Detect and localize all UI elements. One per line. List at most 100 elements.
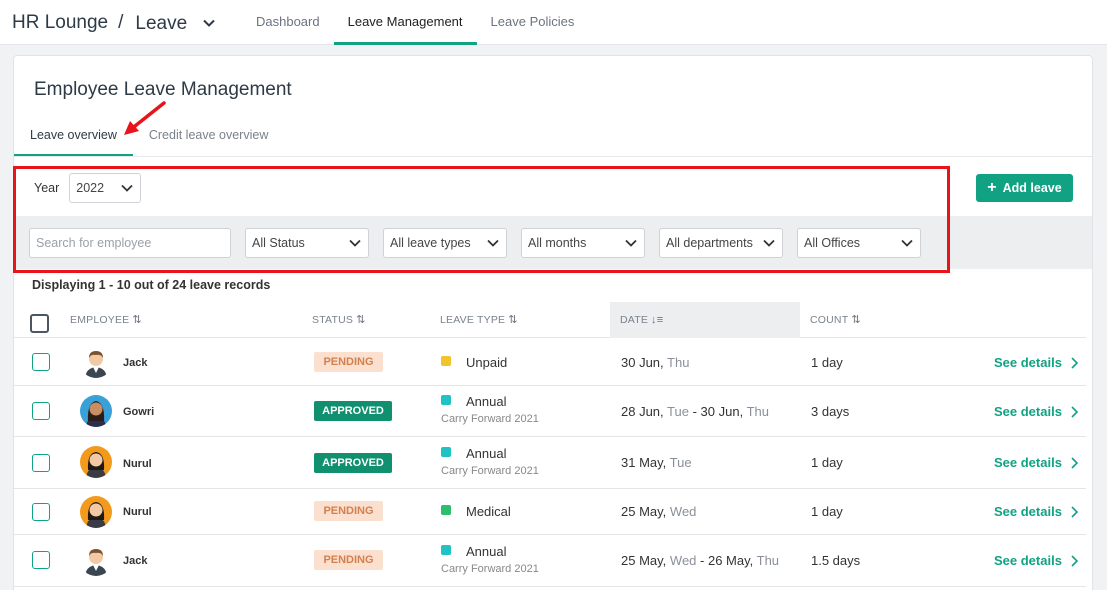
- leave-count: 3 days: [811, 404, 850, 419]
- leave-type-select[interactable]: All leave types: [383, 228, 507, 258]
- leave-type-color-dot: [441, 447, 451, 457]
- row-checkbox[interactable]: [32, 402, 50, 420]
- leave-type-subtitle: Carry Forward 2021: [441, 563, 539, 575]
- status-badge: APPROVED: [314, 401, 392, 421]
- table-row[interactable]: Jack PENDING Annual Carry Forward 2021 2…: [14, 536, 1086, 587]
- avatar: [80, 346, 112, 378]
- see-details-link[interactable]: See details: [994, 355, 1062, 370]
- app-name[interactable]: HR Lounge: [12, 12, 108, 34]
- see-details-link[interactable]: See details: [994, 455, 1062, 470]
- table-row[interactable]: Gowri APPROVED Annual Carry Forward 2021…: [14, 387, 1086, 437]
- status-badge: PENDING: [314, 352, 383, 372]
- avatar: [80, 446, 112, 478]
- header-count[interactable]: COUNT ⇅: [810, 302, 861, 338]
- filters-row: All Status All leave types All months Al…: [29, 228, 921, 258]
- chevron-down-icon: [901, 239, 913, 247]
- tab-dashboard[interactable]: Dashboard: [242, 0, 334, 45]
- leave-type: Annual: [466, 544, 507, 559]
- see-details-link[interactable]: See details: [994, 504, 1062, 519]
- leave-type: Unpaid: [466, 355, 508, 370]
- leave-date: 31 May, Tue: [621, 455, 692, 470]
- red-arrow-annotation: [124, 101, 166, 135]
- leave-type-select-value: All leave types: [390, 236, 471, 250]
- divider: [14, 156, 1092, 157]
- chevron-right-icon[interactable]: [1069, 457, 1079, 469]
- see-details-link[interactable]: See details: [994, 553, 1062, 568]
- leave-type-subtitle: Carry Forward 2021: [441, 413, 539, 425]
- header-date[interactable]: DATE ↓≡: [610, 302, 800, 338]
- employee-name: Gowri: [123, 406, 155, 418]
- leave-date: 30 Jun, Thu: [621, 355, 690, 370]
- leave-count: 1 day: [811, 504, 843, 519]
- year-value: 2022: [76, 181, 105, 195]
- table-row[interactable]: Nurul APPROVED Annual Carry Forward 2021…: [14, 438, 1086, 489]
- row-checkbox[interactable]: [32, 353, 50, 371]
- records-count: Displaying 1 - 10 out of 24 leave record…: [32, 278, 271, 292]
- leave-type: Annual: [466, 446, 507, 461]
- avatar: [80, 544, 112, 576]
- employee-name: Jack: [123, 555, 148, 567]
- chevron-down-icon: [763, 239, 775, 247]
- table-header: EMPLOYEE ⇅ STATUS ⇅ LEAVE TYPE ⇅ DATE ↓≡ COU…: [14, 302, 1086, 338]
- office-select[interactable]: All Offices: [797, 228, 921, 258]
- employee-name: Nurul: [123, 458, 152, 470]
- employee-name: Nurul: [123, 506, 152, 518]
- table-row[interactable]: Jack PENDING Unpaid 30 Jun, Thu 1 day Se…: [14, 339, 1086, 386]
- header-employee[interactable]: EMPLOYEE ⇅: [70, 302, 142, 338]
- see-details-link[interactable]: See details: [994, 404, 1062, 419]
- main-card: Employee Leave Management Leave overview…: [13, 55, 1093, 590]
- tab-leave-overview[interactable]: Leave overview: [14, 122, 133, 157]
- leave-type-color-dot: [441, 356, 451, 366]
- chevron-right-icon[interactable]: [1069, 506, 1079, 518]
- sort-icon: ⇅: [132, 314, 142, 326]
- chevron-right-icon[interactable]: [1069, 357, 1079, 369]
- leave-date: 25 May, Wed: [621, 504, 697, 519]
- row-checkbox[interactable]: [32, 551, 50, 569]
- module-selector-label[interactable]: Leave: [135, 13, 187, 35]
- chevron-down-icon: [349, 239, 361, 247]
- row-checkbox[interactable]: [32, 503, 50, 521]
- leave-date: 25 May, Wed - 26 May, Thu: [621, 553, 780, 568]
- header-leave-type[interactable]: LEAVE TYPE ⇅: [440, 302, 518, 338]
- leave-type: Medical: [466, 504, 511, 519]
- year-filter: Year 2022: [34, 173, 142, 203]
- add-leave-button[interactable]: + Add leave: [976, 174, 1073, 202]
- avatar: [80, 395, 112, 427]
- tab-leave-policies[interactable]: Leave Policies: [477, 0, 589, 45]
- tab-leave-management[interactable]: Leave Management: [333, 0, 477, 45]
- leave-type-subtitle: Carry Forward 2021: [441, 465, 539, 477]
- leave-date: 28 Jun, Tue - 30 Jun, Thu: [621, 404, 769, 419]
- table-row[interactable]: Nurul PENDING Medical 25 May, Wed 1 day …: [14, 490, 1086, 535]
- breadcrumb: HR Lounge / Leave: [12, 10, 217, 35]
- chevron-down-icon: [487, 239, 499, 247]
- status-badge: PENDING: [314, 550, 383, 570]
- chevron-down-icon[interactable]: [201, 15, 217, 31]
- office-select-value: All Offices: [804, 236, 861, 250]
- top-bar: HR Lounge / Leave Dashboard Leave Manage…: [0, 0, 1107, 45]
- sort-icon: ⇅: [508, 314, 518, 326]
- chevron-right-icon[interactable]: [1069, 406, 1079, 418]
- department-select-value: All departments: [666, 236, 753, 250]
- select-all-checkbox[interactable]: [30, 314, 49, 333]
- status-badge: APPROVED: [314, 453, 392, 473]
- month-select-value: All months: [528, 236, 587, 250]
- leave-count: 1.5 days: [811, 553, 861, 568]
- leave-type-color-dot: [441, 545, 451, 555]
- status-select[interactable]: All Status: [245, 228, 369, 258]
- breadcrumb-separator: /: [118, 11, 124, 33]
- avatar: [80, 496, 112, 528]
- leave-count: 1 day: [811, 355, 843, 370]
- sort-icon: ⇅: [356, 314, 366, 326]
- department-select[interactable]: All departments: [659, 228, 783, 258]
- chevron-right-icon[interactable]: [1069, 555, 1079, 567]
- search-input[interactable]: [29, 228, 231, 258]
- month-select[interactable]: All months: [521, 228, 645, 258]
- row-checkbox[interactable]: [32, 454, 50, 472]
- employee-name: Jack: [123, 357, 148, 369]
- year-select[interactable]: 2022: [69, 173, 142, 203]
- plus-icon: +: [987, 179, 997, 196]
- top-nav: Dashboard Leave Management Leave Policie…: [242, 0, 588, 45]
- status-select-value: All Status: [252, 236, 305, 250]
- year-label: Year: [34, 181, 60, 195]
- header-status[interactable]: STATUS ⇅: [312, 302, 365, 338]
